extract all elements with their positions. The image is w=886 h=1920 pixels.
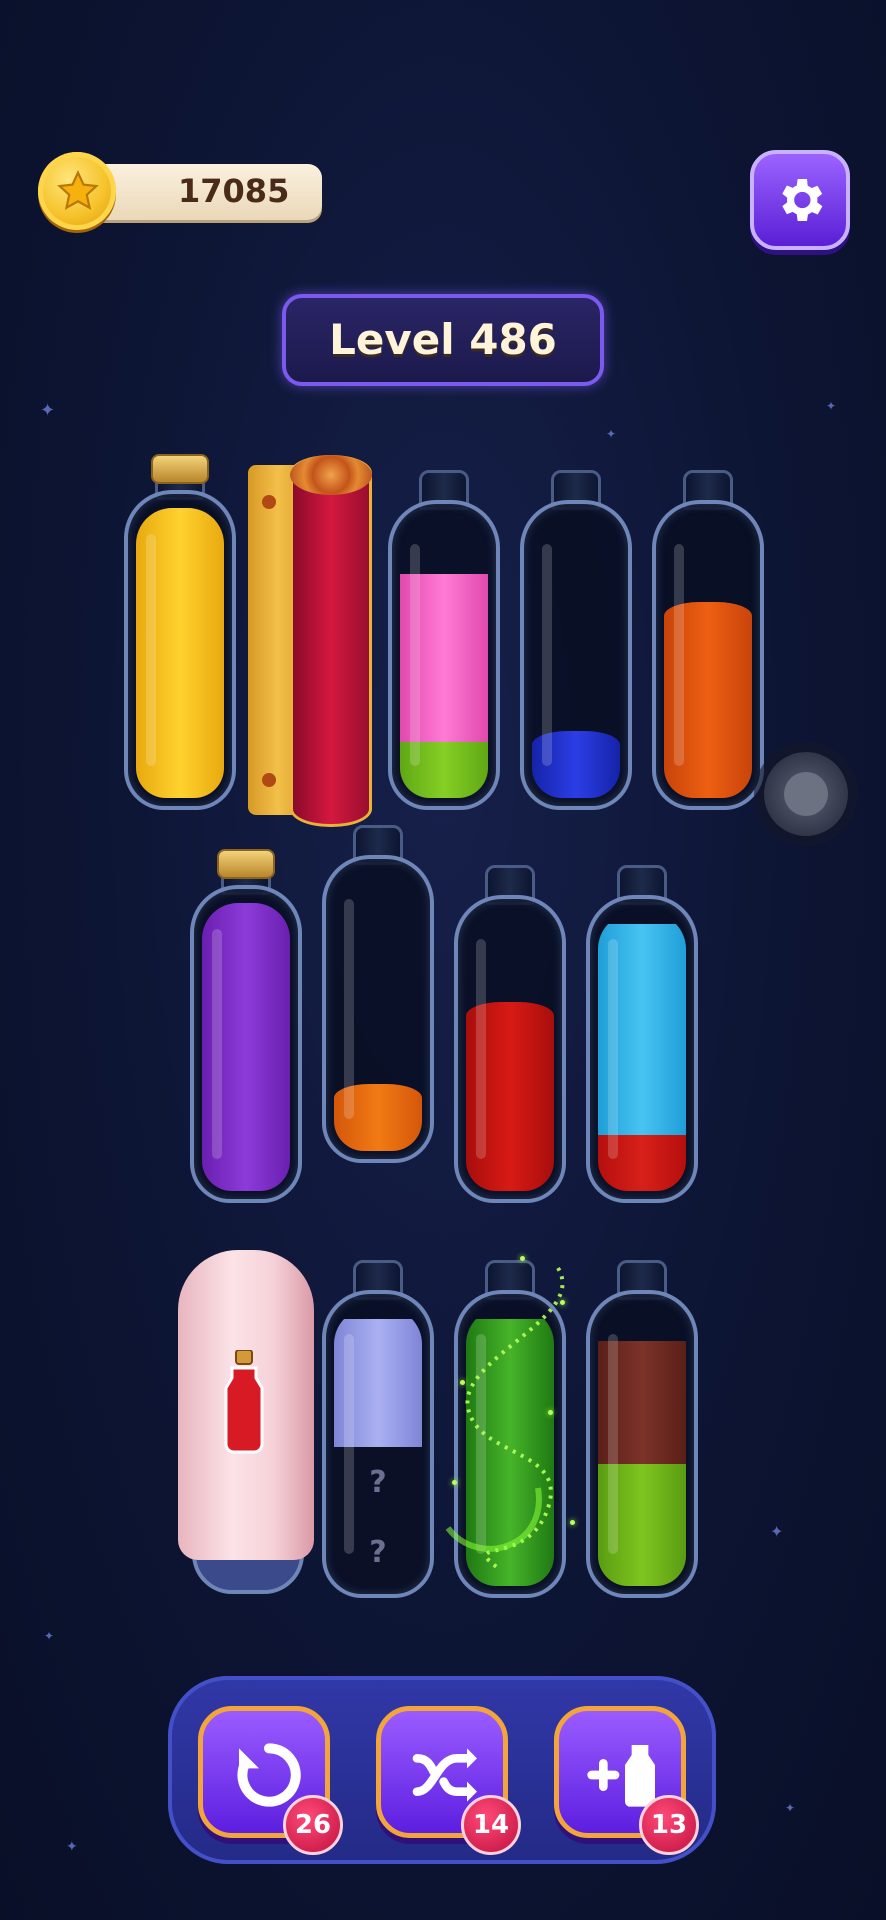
star-decoration: ✦ [785,1801,796,1815]
add-bottle-count-badge: 13 [639,1795,699,1855]
star-decoration: ✦ [40,400,56,421]
undo-button[interactable]: 26 [198,1706,343,1855]
cloth-covered-bottle[interactable] [178,1250,314,1594]
shuffle-button[interactable]: 14 [376,1706,521,1855]
cork-cap [217,849,275,879]
bottle-cyan-red[interactable] [586,865,698,1203]
floating-assist-button[interactable] [764,752,848,836]
settings-button[interactable] [750,150,850,250]
star-decoration: ✦ [606,427,617,441]
star-decoration: ✦ [826,399,837,413]
red-potion-icon [224,1350,264,1454]
bottle-yellow[interactable] [124,454,236,810]
coin-amount-pill: 17085 [90,164,322,220]
star-coin-icon [38,152,116,230]
bottle-pink-green[interactable] [388,470,500,810]
bottle-mystery[interactable]: ? ? [322,1260,434,1598]
bottle-red[interactable] [454,865,566,1203]
coin-amount: 17085 [178,172,290,210]
star-decoration: ✦ [66,1839,78,1855]
scroll-cap [290,455,372,495]
star-decoration: ✦ [770,1522,784,1541]
bottle-orange-small[interactable] [322,825,434,1163]
gear-icon [782,179,823,221]
bottle-brown-green[interactable] [586,1260,698,1598]
sparkle-swirl-effect [445,1266,565,1570]
undo-count-badge: 26 [283,1795,343,1855]
powerup-toolbar: 26 14 13 [168,1676,716,1864]
cork-cap [151,454,209,484]
bottle-blue[interactable] [520,470,632,810]
level-title: Level 486 [282,294,604,386]
shuffle-count-badge: 14 [461,1795,521,1855]
bottle-purple[interactable] [190,849,302,1203]
add-bottle-button[interactable]: 13 [554,1706,699,1855]
star-decoration: ✦ [44,1629,55,1643]
bottle-orange[interactable] [652,470,764,810]
scroll-covered-bottle[interactable] [248,455,374,827]
coin-counter: 17085 [38,152,322,230]
